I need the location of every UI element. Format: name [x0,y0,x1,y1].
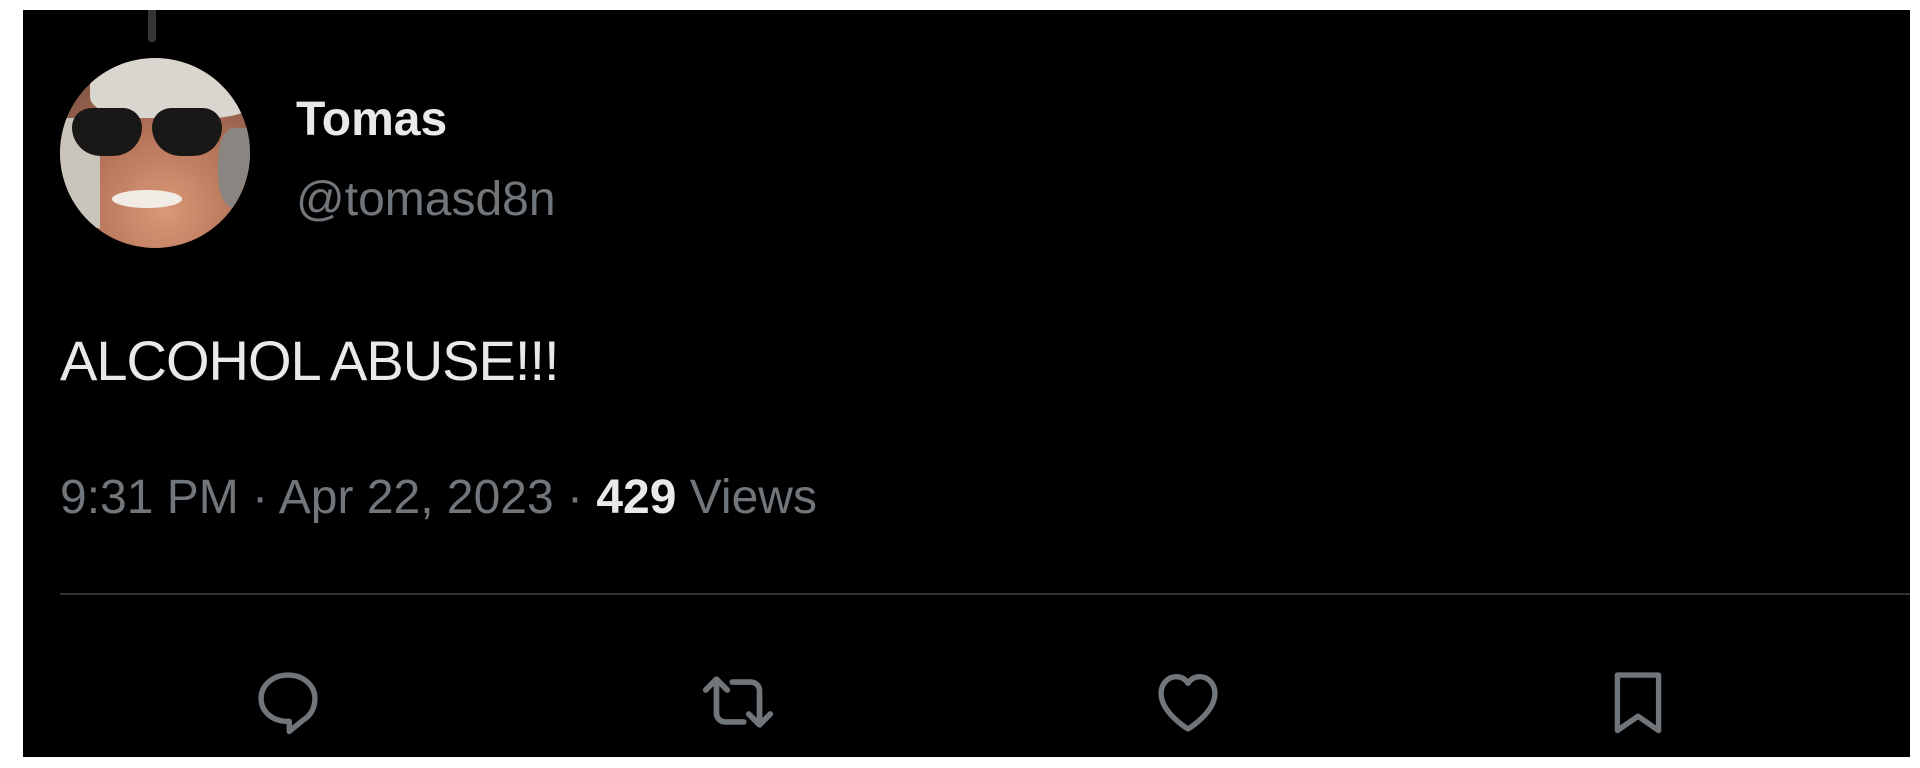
tweet-time[interactable]: 9:31 PM [60,471,239,524]
author-handle[interactable]: @tomasd8n [296,172,556,228]
heart-icon [1158,673,1218,732]
retweet-icon [702,676,774,728]
tweet-text: ALCOHOL ABUSE!!! [60,329,560,392]
meta-separator: · [252,471,269,524]
meta-separator: · [567,471,583,524]
reply-icon [258,672,318,735]
tweet-meta: 9:31 PM · Apr 22, 2023 · 429 Views [60,470,817,526]
views-count[interactable]: 429 [596,471,676,524]
avatar[interactable] [60,58,250,248]
divider [60,593,1910,595]
retweet-button[interactable] [698,662,778,742]
thread-connector-line [148,10,156,42]
like-button[interactable] [1148,662,1228,742]
bookmark-button[interactable] [1598,662,1678,742]
tweet-date[interactable]: Apr 22, 2023 [279,471,554,524]
reply-button[interactable] [248,662,328,742]
views-label[interactable]: Views [690,471,817,524]
bookmark-icon [1614,672,1662,734]
author-name[interactable]: Tomas [296,92,447,148]
tweet-detail: Tomas @tomasd8n ALCOHOL ABUSE!!! 9:31 PM… [23,10,1910,757]
